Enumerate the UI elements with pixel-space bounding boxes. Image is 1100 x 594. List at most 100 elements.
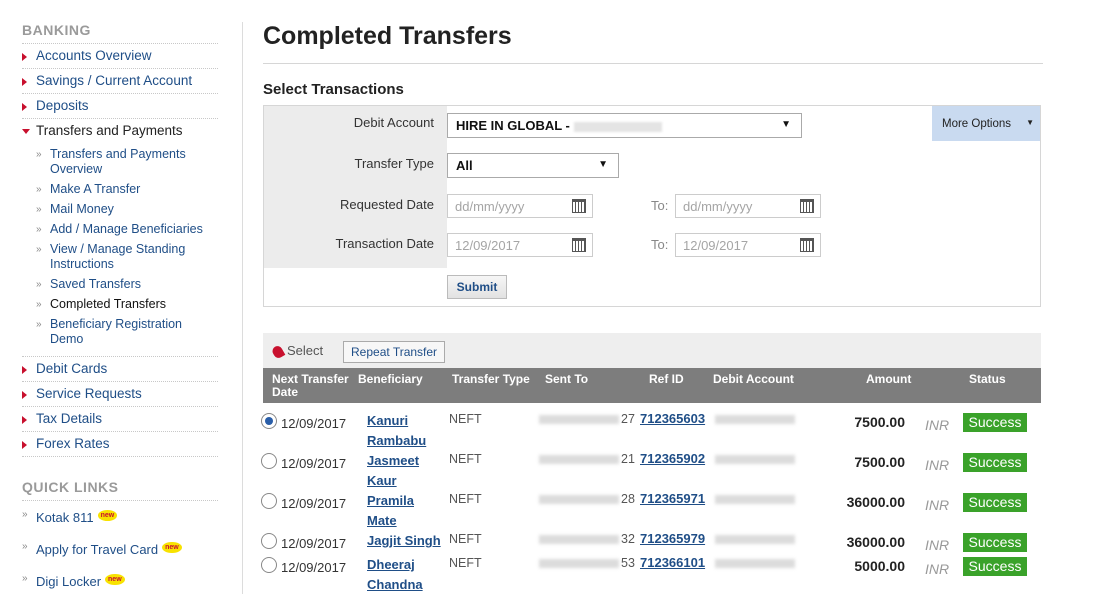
subnav-label: Transfers and Payments Overview bbox=[50, 147, 186, 176]
row-amount: 7500.00 bbox=[854, 414, 905, 430]
double-chevron-icon: » bbox=[36, 149, 42, 160]
row-amount: 5000.00 bbox=[854, 558, 905, 574]
date-value: 12/09/2017 bbox=[455, 238, 521, 253]
calendar-icon[interactable] bbox=[572, 238, 586, 252]
transfer-type-select[interactable]: All ▼ bbox=[447, 153, 619, 178]
more-options-label: More Options bbox=[942, 118, 1012, 130]
status-badge: Success bbox=[963, 557, 1027, 576]
select-text: Select bbox=[287, 343, 324, 358]
date-placeholder: dd/mm/yyyy bbox=[683, 199, 753, 214]
transaction-date-label: Transaction Date bbox=[335, 236, 434, 251]
subnav-mail-money[interactable]: » Mail Money bbox=[36, 200, 218, 220]
sidebar-divider bbox=[242, 22, 243, 594]
quick-link-digi-locker[interactable]: » Digi Locker new bbox=[22, 565, 218, 594]
nav-label: Savings / Current Account bbox=[36, 73, 193, 88]
nav-service-requests[interactable]: Service Requests bbox=[22, 382, 218, 407]
quick-link-label: Apply for Travel Card bbox=[36, 542, 159, 557]
new-badge: new bbox=[97, 510, 118, 521]
col-status: Status bbox=[969, 372, 1006, 386]
col-ref-id: Ref ID bbox=[649, 372, 684, 386]
row-beneficiary-link[interactable]: Jagjit Singh bbox=[367, 531, 457, 551]
row-sent-to: 28 bbox=[539, 492, 635, 506]
quick-link-travel-card[interactable]: » Apply for Travel Card new bbox=[22, 533, 218, 565]
row-radio[interactable] bbox=[261, 533, 277, 549]
subnav-beneficiary-registration-demo[interactable]: » Beneficiary Registration Demo bbox=[36, 315, 218, 350]
masked-debit-account bbox=[715, 455, 795, 464]
row-transfer-type: NEFT bbox=[449, 412, 482, 426]
requested-date-from-input[interactable]: dd/mm/yyyy bbox=[447, 194, 593, 218]
row-beneficiary-link[interactable]: Pramila Mate bbox=[367, 491, 437, 531]
triangle-right-icon bbox=[22, 391, 27, 399]
calendar-icon[interactable] bbox=[800, 238, 814, 252]
double-chevron-icon: » bbox=[36, 319, 42, 330]
row-date: 12/09/2017 bbox=[281, 416, 347, 431]
row-currency: INR bbox=[925, 497, 950, 513]
subnav-label: View / Manage Standing Instructions bbox=[50, 242, 186, 271]
transaction-date-to-input[interactable]: 12/09/2017 bbox=[675, 233, 821, 257]
nav-transfers-payments[interactable]: Transfers and Payments bbox=[22, 119, 218, 143]
row-ref-id-link[interactable]: 712365603 bbox=[640, 411, 705, 426]
sent-to-suffix: 21 bbox=[621, 452, 635, 466]
row-ref-id-link[interactable]: 712365971 bbox=[640, 491, 705, 506]
double-chevron-icon: » bbox=[36, 244, 42, 255]
row-sent-to: 27 bbox=[539, 412, 635, 426]
transaction-date-from-input[interactable]: 12/09/2017 bbox=[447, 233, 593, 257]
row-beneficiary-link[interactable]: Dheeraj Chandna bbox=[367, 555, 437, 594]
double-chevron-icon: » bbox=[36, 184, 42, 195]
row-ref-id-link[interactable]: 712365979 bbox=[640, 531, 705, 546]
table-row[interactable]: 12/09/2017 Jasmeet Kaur NEFT 21 71236590… bbox=[261, 449, 1041, 491]
row-radio[interactable] bbox=[261, 557, 277, 573]
nav-tax-details[interactable]: Tax Details bbox=[22, 407, 218, 432]
subnav-completed-transfers[interactable]: » Completed Transfers bbox=[36, 295, 218, 315]
debit-account-select[interactable]: HIRE IN GLOBAL - ▼ bbox=[447, 113, 802, 138]
submit-button[interactable]: Submit bbox=[447, 275, 507, 299]
requested-date-to-input[interactable]: dd/mm/yyyy bbox=[675, 194, 821, 218]
row-ref-id-link[interactable]: 712366101 bbox=[640, 555, 705, 570]
row-radio[interactable] bbox=[261, 413, 277, 429]
sent-to-suffix: 28 bbox=[621, 492, 635, 506]
subnav-transfers-overview[interactable]: » Transfers and Payments Overview bbox=[36, 145, 218, 180]
nav-label: Tax Details bbox=[36, 411, 103, 426]
table-row[interactable]: 12/09/2017 Jagjit Singh NEFT 32 71236597… bbox=[261, 529, 1041, 553]
row-amount: 7500.00 bbox=[854, 454, 905, 470]
sent-to-suffix: 32 bbox=[621, 532, 635, 546]
subnav-label: Beneficiary Registration Demo bbox=[50, 317, 183, 346]
row-transfer-type: NEFT bbox=[449, 532, 482, 546]
subnav-standing-instructions[interactable]: » View / Manage Standing Instructions bbox=[36, 240, 218, 275]
more-options-button[interactable]: More Options ▼ bbox=[932, 106, 1040, 141]
row-beneficiary-link[interactable]: Jasmeet Kaur bbox=[367, 451, 437, 491]
nav-label: Transfers and Payments bbox=[36, 123, 183, 138]
subnav-manage-beneficiaries[interactable]: » Add / Manage Beneficiaries bbox=[36, 220, 218, 240]
nav-debit-cards[interactable]: Debit Cards bbox=[22, 357, 218, 382]
status-badge: Success bbox=[963, 413, 1027, 432]
table-row[interactable]: 12/09/2017 Kanuri Rambabu NEFT 27 712365… bbox=[261, 409, 1041, 451]
triangle-right-icon bbox=[22, 366, 27, 374]
masked-debit-account bbox=[715, 495, 795, 504]
table-row[interactable]: 12/09/2017 Dheeraj Chandna NEFT 53 71236… bbox=[261, 553, 1041, 594]
row-beneficiary-link[interactable]: Kanuri Rambabu bbox=[367, 411, 437, 451]
calendar-icon[interactable] bbox=[800, 199, 814, 213]
quick-link-kotak-811[interactable]: » Kotak 811 new bbox=[22, 501, 218, 533]
nav-label: Debit Cards bbox=[36, 361, 108, 376]
subnav-saved-transfers[interactable]: » Saved Transfers bbox=[36, 275, 218, 295]
nav-deposits[interactable]: Deposits bbox=[22, 94, 218, 119]
subnav-make-transfer[interactable]: » Make A Transfer bbox=[36, 180, 218, 200]
row-ref-id-link[interactable]: 712365902 bbox=[640, 451, 705, 466]
double-chevron-icon: » bbox=[22, 573, 28, 584]
row-radio[interactable] bbox=[261, 493, 277, 509]
row-radio[interactable] bbox=[261, 453, 277, 469]
masked-account-number bbox=[573, 121, 662, 132]
nav-accounts-overview[interactable]: Accounts Overview bbox=[22, 44, 218, 69]
nav-forex-rates[interactable]: Forex Rates bbox=[22, 432, 218, 457]
subnav-label: Saved Transfers bbox=[50, 277, 142, 291]
row-transfer-type: NEFT bbox=[449, 556, 482, 570]
table-row[interactable]: 12/09/2017 Pramila Mate NEFT 28 71236597… bbox=[261, 489, 1041, 531]
select-pointer-icon bbox=[270, 343, 286, 360]
double-chevron-icon: » bbox=[36, 224, 42, 235]
to-label: To: bbox=[651, 237, 669, 252]
nav-label: Accounts Overview bbox=[36, 48, 152, 63]
requested-date-label: Requested Date bbox=[340, 197, 434, 212]
calendar-icon[interactable] bbox=[572, 199, 586, 213]
repeat-transfer-button[interactable]: Repeat Transfer bbox=[343, 341, 446, 363]
nav-savings-current[interactable]: Savings / Current Account bbox=[22, 69, 218, 94]
